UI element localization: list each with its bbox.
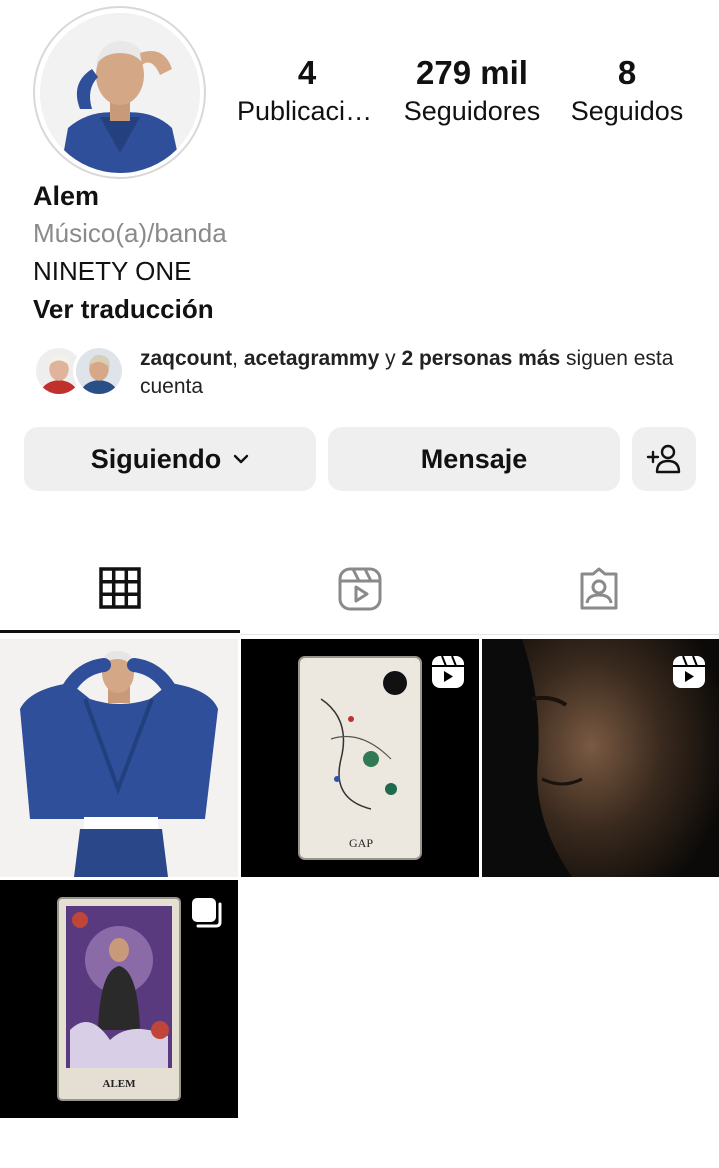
followed-by[interactable]: zaqcount, acetagrammy y 2 personas más s… [33,345,685,401]
grid-icon [99,566,141,609]
profile-actions: Siguiendo Mensaje [24,427,696,491]
posts-count: 4 [297,54,317,91]
followers-label: Seguidores [403,96,541,126]
card-caption: ALEM [103,1078,137,1090]
post-tile[interactable]: ALEM [0,880,238,1118]
card-caption: GAP [349,836,373,850]
see-translation-link[interactable]: Ver traducción [33,290,227,328]
post-tile[interactable] [0,639,238,877]
profile-tabs [0,545,719,635]
post-tile[interactable] [482,639,719,877]
following-label: Seguidos [570,96,684,126]
tab-reels[interactable] [240,545,480,633]
reel-icon [673,655,705,688]
reels-icon [338,567,381,611]
chevron-down-icon [234,454,249,464]
reel-icon [432,655,464,688]
avatar [39,12,200,173]
mutual-avatars [33,345,128,399]
mutual-avatar [73,345,125,397]
carousel-icon [192,898,222,928]
mutual-user-link[interactable]: acetagrammy [244,347,379,370]
followed-conj: y [379,347,402,370]
following-button-label: Siguiendo [90,443,222,474]
profile-stats: 4 Publicaciones 279 mil Seguidores 8 Seg… [232,52,692,128]
followers-count: 279 mil [416,54,528,91]
profile-name: Alem [33,181,100,211]
post-image [0,639,238,877]
mutual-user-link[interactable]: zaqcount [140,347,232,370]
tabs-divider [240,634,719,635]
suggested-users-button[interactable] [632,427,696,491]
tab-tagged[interactable] [479,545,719,633]
message-button-label: Mensaje [420,443,528,474]
add-user-icon [646,444,681,474]
following-stat[interactable]: 8 Seguidos [562,52,692,128]
followers-stat[interactable]: 279 mil Seguidores [397,52,547,128]
tagged-icon [580,567,618,610]
followed-sep: , [232,347,244,370]
tab-posts-grid[interactable] [0,545,240,633]
post-tile[interactable]: GAP [241,639,479,877]
following-count: 8 [617,54,637,91]
profile-bio-text: NINETY ONE [33,256,192,286]
followed-by-text: zaqcount, acetagrammy y 2 personas más s… [140,345,685,401]
profile-category: Músico(a)/banda [33,218,227,248]
posts-stat[interactable]: 4 Publicaciones [232,52,382,128]
message-button[interactable]: Mensaje [328,427,620,491]
posts-label: Publicaciones [237,96,377,126]
profile-avatar-ring[interactable] [33,6,206,179]
profile-bio: Alem Músico(a)/banda NINETY ONE Ver trad… [33,178,227,328]
mutual-others-link[interactable]: 2 personas más [401,347,560,370]
following-button[interactable]: Siguiendo [24,427,316,491]
